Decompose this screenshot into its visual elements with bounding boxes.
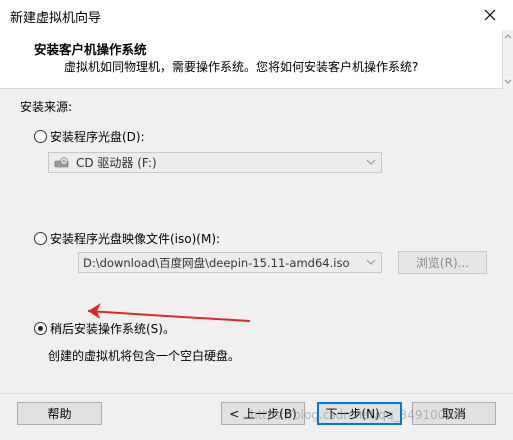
watermark-text: https://blog.csdn.net/qq_34910048 <box>250 408 461 422</box>
scroll-up-icon <box>504 34 512 39</box>
window-title: 新建虚拟机向导 <box>10 11 102 26</box>
close-button[interactable] <box>467 0 513 30</box>
page-title: 安装客户机操作系统 <box>34 42 147 57</box>
scroll-down-icon <box>504 79 512 84</box>
title-bar: 新建虚拟机向导 <box>0 0 513 30</box>
install-source-panel: 安装来源: 安装程序光盘(D): CD 驱动器 (F:) 安装程序光盘映像文件(… <box>0 89 513 389</box>
close-icon <box>484 9 496 21</box>
wizard-header: 安装客户机操作系统 虚拟机如同物理机，需要操作系统。您将如何安装客户机操作系统? <box>0 30 502 89</box>
page-subtitle: 虚拟机如同物理机，需要操作系统。您将如何安装客户机操作系统? <box>64 60 419 74</box>
annotation-arrow <box>87 303 251 322</box>
footer-divider <box>0 393 513 394</box>
help-button[interactable]: 帮助 <box>17 402 102 425</box>
header-scrollbar[interactable] <box>502 30 513 89</box>
